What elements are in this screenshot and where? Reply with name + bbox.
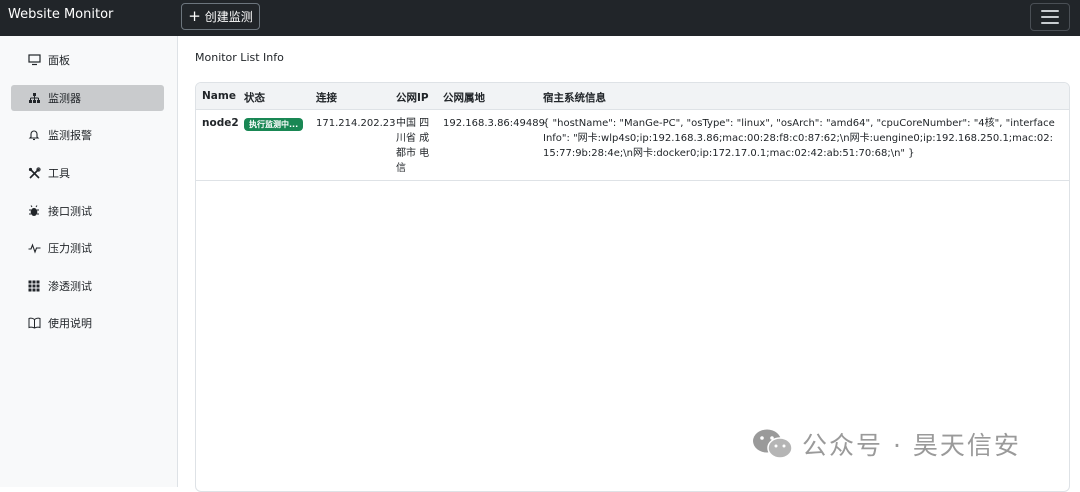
pulse-icon	[26, 242, 42, 254]
page-title: Monitor List Info	[195, 51, 284, 64]
sidebar-item-label: 监测报警	[48, 129, 92, 142]
sidebar-item-dashboard[interactable]: 面板	[11, 47, 164, 73]
cell-host-info: { "hostName": "ManGe-PC", "osType": "lin…	[543, 118, 1055, 159]
brand-title[interactable]: Website Monitor	[8, 7, 113, 22]
sidebar-item-label: 使用说明	[48, 317, 92, 330]
cell-name: node2	[202, 117, 239, 129]
sidebar-item-label: 面板	[48, 54, 70, 67]
watermark-text: 公众号 · 昊天信安	[802, 431, 1021, 460]
column-header-connection: 连接	[316, 92, 337, 104]
cell-public-location: 192.168.3.86:49489	[443, 118, 545, 129]
sidebar-item-api-test[interactable]: 接口测试	[11, 198, 164, 224]
bug-icon	[26, 205, 42, 217]
cell-connection: 171.214.202.23	[316, 118, 396, 129]
monitor-icon	[26, 54, 42, 66]
sidebar: 面板 监测器 监测报警 工具 接口测试 压力测试 渗透测试 使用说明	[0, 36, 178, 487]
sidebar-item-alerts[interactable]: 监测报警	[11, 122, 164, 148]
sidebar-item-tools[interactable]: 工具	[11, 160, 164, 186]
cell-public-ip: 中国 四川省 成都市 电信	[396, 118, 430, 174]
column-header-public-ip: 公网IP	[396, 92, 429, 104]
sidebar-item-monitors[interactable]: 监测器	[11, 85, 164, 111]
sidebar-item-label: 监测器	[48, 92, 81, 105]
column-header-name: Name	[202, 90, 236, 102]
top-navbar: Website Monitor + 创建监测	[0, 0, 1080, 36]
table-row[interactable]: node2 执行监测中... 171.214.202.23 中国 四川省 成都市…	[196, 110, 1069, 181]
watermark: 公众号 · 昊天信安	[752, 425, 1021, 463]
sidebar-item-docs[interactable]: 使用说明	[11, 310, 164, 336]
sidebar-item-label: 接口测试	[48, 205, 92, 218]
sidebar-item-stress-test[interactable]: 压力测试	[11, 235, 164, 261]
status-badge: 执行监测中...	[244, 118, 304, 131]
hamburger-icon	[1041, 10, 1059, 12]
create-monitor-button[interactable]: + 创建监测	[181, 3, 260, 30]
column-header-public-location: 公网属地	[443, 92, 485, 104]
sidebar-item-label: 工具	[48, 167, 70, 180]
grid-icon	[26, 280, 42, 292]
sitemap-icon	[26, 92, 42, 104]
column-header-host-info: 宿主系统信息	[543, 92, 606, 104]
tools-icon	[26, 166, 42, 180]
column-header-status: 状态	[244, 92, 265, 104]
book-icon	[26, 317, 42, 329]
hamburger-menu-button[interactable]	[1030, 3, 1070, 31]
sidebar-item-label: 压力测试	[48, 242, 92, 255]
bell-icon	[26, 129, 42, 141]
plus-icon: +	[188, 7, 201, 25]
wechat-logo-icon	[752, 427, 794, 461]
create-monitor-label: 创建监测	[204, 10, 253, 24]
sidebar-item-pentest[interactable]: 渗透测试	[11, 273, 164, 299]
table-header: Name 状态 连接 公网IP 公网属地 宿主系统信息	[196, 83, 1069, 110]
sidebar-item-label: 渗透测试	[48, 280, 92, 293]
